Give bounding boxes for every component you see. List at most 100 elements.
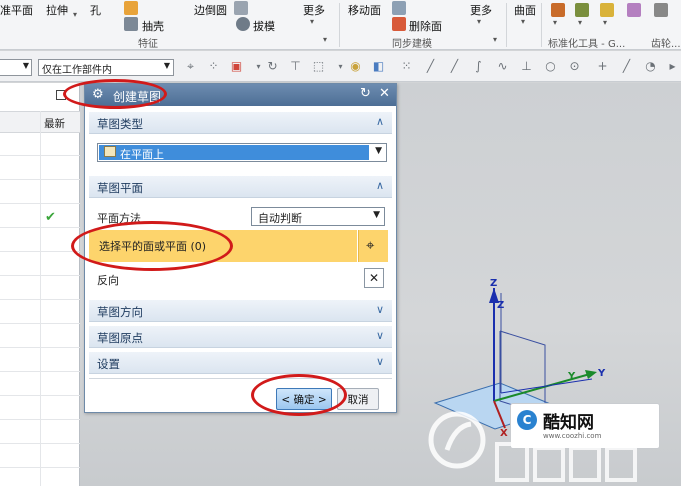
group-divider — [506, 3, 507, 47]
table-row[interactable] — [0, 419, 80, 420]
close-icon[interactable]: ✕ — [379, 86, 390, 101]
chevron-down-icon[interactable]: ▾ — [252, 60, 265, 73]
chevron-down-icon[interactable]: ∨ — [376, 303, 384, 316]
delete-face-icon[interactable] — [392, 17, 406, 31]
more-sync-button[interactable]: 更多 — [470, 2, 492, 18]
table-row[interactable] — [0, 323, 80, 324]
points-icon[interactable]: ⁙ — [400, 60, 413, 73]
reverse-direction-button[interactable]: ✕ — [364, 268, 384, 288]
chevron-down-icon[interactable]: ∨ — [376, 329, 384, 342]
sketch-type-select[interactable]: 在平面上 ▼ — [97, 143, 387, 162]
table-row[interactable] — [0, 275, 80, 276]
point-constructor-button[interactable]: ⌖ — [358, 230, 388, 262]
gear-tool-icon[interactable] — [654, 3, 668, 17]
feature-expand-icon[interactable]: ▾ — [323, 35, 327, 44]
sync-expand-icon[interactable]: ▾ — [493, 35, 497, 44]
center-icon[interactable]: ⊙ — [568, 60, 581, 73]
lock-icon[interactable]: ◔ — [644, 60, 657, 73]
hole-button[interactable]: 孔 — [90, 2, 101, 18]
tool-2-chevron-icon[interactable]: ▾ — [578, 18, 582, 27]
chamfer-icon[interactable] — [234, 1, 248, 15]
reverse-label: 反向 — [97, 274, 119, 287]
more-features-button[interactable]: 更多 — [303, 2, 325, 18]
z-axis-label-2: Z — [497, 300, 505, 311]
annotation-circle-select — [71, 221, 233, 271]
group-label-feature: 特征 — [138, 39, 158, 50]
chevron-down-icon[interactable]: ▼ — [373, 210, 380, 220]
snap-icon[interactable]: ⌖ — [184, 60, 197, 73]
chevron-down-icon[interactable]: ▾ — [334, 60, 347, 73]
standard-tool-4-icon[interactable] — [627, 3, 641, 17]
reset-icon[interactable]: ↻ — [360, 86, 371, 101]
type-filter-select[interactable]: ▼ — [0, 59, 32, 76]
section-sketch-type[interactable]: 草图类型 ∧ — [89, 112, 392, 134]
table-row[interactable] — [0, 443, 80, 444]
plane-method-select[interactable]: 自动判断 ▼ — [251, 207, 385, 226]
section-sketch-origin[interactable]: 草图原点 ∨ — [89, 326, 392, 348]
table-row[interactable] — [0, 467, 80, 468]
show-icon[interactable]: ◉ — [349, 60, 362, 73]
section-sketch-plane[interactable]: 草图平面 ∧ — [89, 176, 392, 198]
more-features-chevron-icon[interactable]: ▾ — [310, 17, 314, 26]
draft-icon[interactable] — [236, 17, 250, 31]
sketch-type-value: 在平面上 — [120, 148, 164, 161]
snap-point-icon[interactable]: ⁘ — [207, 60, 220, 73]
z-axis-label: Z — [490, 278, 498, 289]
cube-icon[interactable]: ◧ — [372, 60, 385, 73]
group-label-standard-tools: 标准化工具 - G... — [548, 39, 626, 50]
tool-3-chevron-icon[interactable]: ▾ — [603, 18, 607, 27]
line-icon[interactable]: ╱ — [424, 60, 437, 73]
rect-select-icon[interactable]: ⬚ — [312, 60, 325, 73]
standard-tool-2-icon[interactable] — [575, 3, 589, 17]
plus-icon[interactable]: + — [596, 60, 609, 73]
intersect-icon[interactable]: ⊥ — [520, 60, 533, 73]
draft-button[interactable]: 拔模 — [253, 18, 275, 34]
tool-1-chevron-icon[interactable]: ▾ — [553, 18, 557, 27]
more-sync-chevron-icon[interactable]: ▾ — [477, 17, 481, 26]
table-row[interactable] — [0, 227, 80, 228]
chevron-up-icon[interactable]: ∧ — [376, 179, 384, 192]
ribbon: 准平面 拉伸 ▾ 孔 抽壳 边倒圆 拔模 更多 ▾ 移动面 删除面 更多 ▾ 曲… — [0, 0, 681, 50]
table-row[interactable] — [0, 371, 80, 372]
standard-tool-1-icon[interactable] — [551, 3, 565, 17]
rotate-icon[interactable]: ↻ — [266, 60, 279, 73]
section-settings[interactable]: 设置 ∨ — [89, 352, 392, 374]
table-row[interactable] — [0, 179, 80, 180]
table-row[interactable] — [0, 347, 80, 348]
replace-face-icon[interactable] — [392, 1, 406, 15]
shell-button[interactable]: 抽壳 — [142, 18, 164, 34]
standard-tool-3-icon[interactable] — [600, 3, 614, 17]
spline-icon[interactable]: ∿ — [496, 60, 509, 73]
slash-icon[interactable]: ╱ — [620, 60, 633, 73]
table-row[interactable] — [0, 299, 80, 300]
line-2-icon[interactable]: ╱ — [448, 60, 461, 73]
feature-icon[interactable] — [124, 1, 138, 15]
curve-icon[interactable]: ∫ — [472, 60, 485, 73]
table-row[interactable] — [0, 203, 80, 204]
shell-icon[interactable] — [124, 17, 138, 31]
surface-chevron-icon[interactable]: ▾ — [521, 17, 525, 26]
delete-face-button[interactable]: 删除面 — [409, 18, 442, 34]
overflow-icon[interactable]: ▸ — [666, 60, 679, 73]
move-face-button[interactable]: 移动面 — [348, 2, 381, 18]
surface-button[interactable]: 曲面 — [514, 2, 536, 18]
table-row[interactable] — [0, 251, 80, 252]
selection-scope-value: 仅在工作部件内 — [42, 65, 112, 76]
extrude-button[interactable]: 拉伸 — [46, 2, 68, 18]
datum-plane-button[interactable]: 准平面 — [0, 2, 33, 18]
selection-scope-select[interactable]: 仅在工作部件内 ▼ — [38, 59, 174, 76]
y-axis-label: Y — [568, 371, 576, 382]
annotation-circle-title — [63, 79, 167, 109]
section-sketch-orientation[interactable]: 草图方向 ∨ — [89, 300, 392, 322]
select-box-icon[interactable]: ▣ — [230, 60, 243, 73]
annotation-circle-ok — [251, 374, 347, 416]
chevron-up-icon[interactable]: ∧ — [376, 115, 384, 128]
table-row[interactable] — [0, 395, 80, 396]
table-row[interactable] — [0, 155, 80, 156]
extrude-dropdown-icon[interactable]: ▾ — [73, 10, 77, 19]
edge-blend-button[interactable]: 边倒圆 — [194, 2, 227, 18]
chevron-down-icon[interactable]: ∨ — [376, 355, 384, 368]
align-icon[interactable]: ⊤ — [289, 60, 302, 73]
circle-icon[interactable]: ○ — [544, 60, 557, 73]
chevron-down-icon[interactable]: ▼ — [375, 146, 382, 156]
